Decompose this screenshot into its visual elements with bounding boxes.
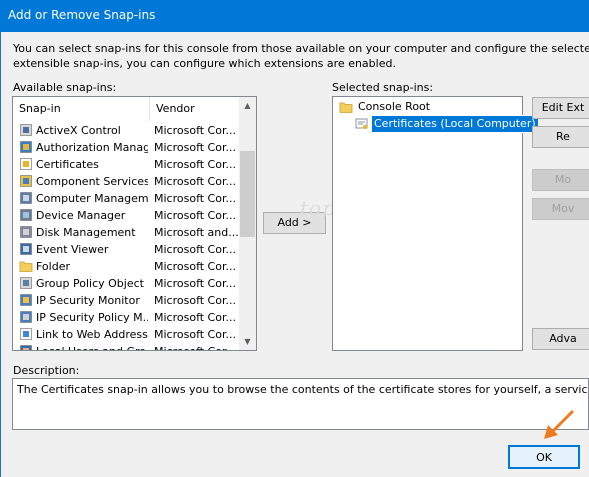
snapin-name: Group Policy Object ...: [36, 277, 148, 290]
snapin-row[interactable]: Component Services Microsoft Cor...: [13, 173, 240, 190]
scroll-thumb[interactable]: [240, 151, 255, 237]
snapin-vendor: Microsoft Cor...: [154, 294, 236, 307]
snapin-name: Device Manager: [36, 209, 126, 222]
activex-icon: [20, 124, 32, 136]
event-viewer-icon: [20, 243, 32, 255]
scroll-up-icon[interactable]: ▲: [239, 97, 256, 114]
column-header-snapin[interactable]: Snap-in: [13, 97, 150, 121]
selected-snapins-tree[interactable]: Console Root Certificates (Local Compute…: [332, 96, 539, 351]
snapin-row[interactable]: Authorization Manager Microsoft Cor...: [13, 139, 240, 156]
snapin-rows: ActiveX Control Microsoft Cor... Authoriza…: [13, 122, 240, 350]
snapin-vendor: Microsoft and...: [154, 226, 239, 239]
description-text: The Certificates snap-in allows you to b…: [17, 383, 588, 396]
available-snapins-label: Available snap-ins:: [13, 81, 117, 94]
disk-management-icon: [20, 226, 32, 238]
snapin-vendor: Microsoft Cor...: [154, 328, 236, 341]
column-header-vendor[interactable]: Vendor: [150, 97, 238, 121]
selected-snapins-label: Selected snap-ins:: [332, 81, 434, 94]
snapin-name: Local Users and Gro...: [36, 343, 148, 350]
snapin-vendor: Microsoft Cor...: [154, 243, 236, 256]
snapin-vendor: Microsoft Cor...: [154, 209, 236, 222]
snapin-row[interactable]: Folder Microsoft Cor...: [13, 258, 240, 275]
description-box: The Certificates snap-in allows you to b…: [12, 378, 589, 430]
snapin-name: Computer Managem: [36, 192, 148, 205]
snapin-row[interactable]: Certificates Microsoft Cor...: [13, 156, 240, 173]
snapin-row[interactable]: Computer Managem Microsoft Cor...: [13, 190, 240, 207]
add-button[interactable]: Add >: [263, 212, 326, 234]
local-users-icon: [20, 345, 32, 350]
move-up-button[interactable]: Mo: [532, 169, 589, 191]
tree-item-label: Certificates (Local Computer): [371, 115, 539, 133]
snapin-vendor: Microsoft Cor...: [154, 311, 236, 324]
snapin-row[interactable]: IP Security Monitor Microsoft Cor...: [13, 292, 240, 309]
snapin-name: Link to Web Address: [36, 328, 148, 341]
certificate-icon: [20, 158, 32, 170]
snapin-vendor: Microsoft Cor...: [154, 158, 236, 171]
snapin-row[interactable]: Device Manager Microsoft Cor...: [13, 207, 240, 224]
component-services-icon: [20, 175, 32, 187]
list-vertical-scrollbar[interactable]: ▲ ▼: [239, 97, 256, 350]
device-manager-icon: [20, 209, 32, 221]
snapin-vendor: Microsoft Cor...: [154, 343, 240, 350]
folder-icon: [339, 102, 353, 113]
snapin-row[interactable]: IP Security Policy M... Microsoft Cor...: [13, 309, 240, 326]
snapin-vendor: Microsoft Cor...: [154, 124, 236, 137]
certificate-icon: [355, 118, 368, 130]
edit-extensions-button[interactable]: Edit Ext: [532, 97, 589, 119]
folder-icon: [19, 261, 33, 272]
title-bar[interactable]: Add or Remove Snap-ins: [0, 0, 589, 32]
snapin-name: Folder: [36, 260, 70, 273]
snapin-vendor: Microsoft Cor...: [154, 192, 236, 205]
snapin-vendor: Microsoft Cor...: [154, 277, 236, 290]
advanced-button[interactable]: Adva: [532, 328, 589, 350]
ip-security-policy-icon: [20, 311, 32, 323]
snapin-name: Component Services: [36, 175, 148, 188]
intro-line-1: You can select snap-ins for this console…: [13, 42, 589, 55]
description-label: Description:: [13, 364, 80, 377]
snapin-name: IP Security Policy M...: [36, 311, 148, 324]
group-policy-icon: [20, 277, 32, 289]
authorization-icon: [20, 141, 32, 153]
snapin-name: Certificates: [36, 158, 99, 171]
snapin-vendor: Microsoft Cor...: [154, 141, 236, 154]
snapin-name: Disk Management: [36, 226, 136, 239]
move-down-button[interactable]: Mov: [532, 198, 589, 220]
remove-button[interactable]: Re: [532, 126, 589, 148]
snapin-name: Authorization Manager: [36, 141, 148, 154]
snapin-row[interactable]: Event Viewer Microsoft Cor...: [13, 241, 240, 258]
scroll-down-icon[interactable]: ▼: [239, 333, 256, 350]
snapin-name: ActiveX Control: [36, 124, 121, 137]
snapin-name: Event Viewer: [36, 243, 109, 256]
intro-text: You can select snap-ins for this console…: [13, 41, 589, 71]
intro-line-2: extensible snap-ins, you can configure w…: [13, 57, 396, 70]
window-border: [0, 32, 1, 477]
snapin-row[interactable]: ActiveX Control Microsoft Cor...: [13, 122, 240, 139]
snapin-name: IP Security Monitor: [36, 294, 140, 307]
snapin-row[interactable]: Disk Management Microsoft and...: [13, 224, 240, 241]
ok-button[interactable]: OK: [508, 445, 580, 469]
annotation-arrow-icon: [544, 410, 574, 439]
snapin-row[interactable]: Link to Web Address Microsoft Cor...: [13, 326, 240, 343]
ip-security-monitor-icon: [20, 294, 32, 306]
snapin-vendor: Microsoft Cor...: [154, 260, 236, 273]
computer-management-icon: [20, 192, 32, 204]
window-title: Add or Remove Snap-ins: [8, 8, 156, 22]
tree-item-label: Console Root: [358, 100, 431, 113]
available-snapins-list[interactable]: Snap-in Vendor ActiveX Control Microsoft …: [12, 96, 257, 351]
snapin-row[interactable]: Group Policy Object ... Microsoft Cor...: [13, 275, 240, 292]
snapin-row[interactable]: Local Users and Gro... Microsoft Cor...: [13, 343, 240, 350]
snapin-vendor: Microsoft Cor...: [154, 175, 236, 188]
web-link-icon: [20, 328, 32, 340]
